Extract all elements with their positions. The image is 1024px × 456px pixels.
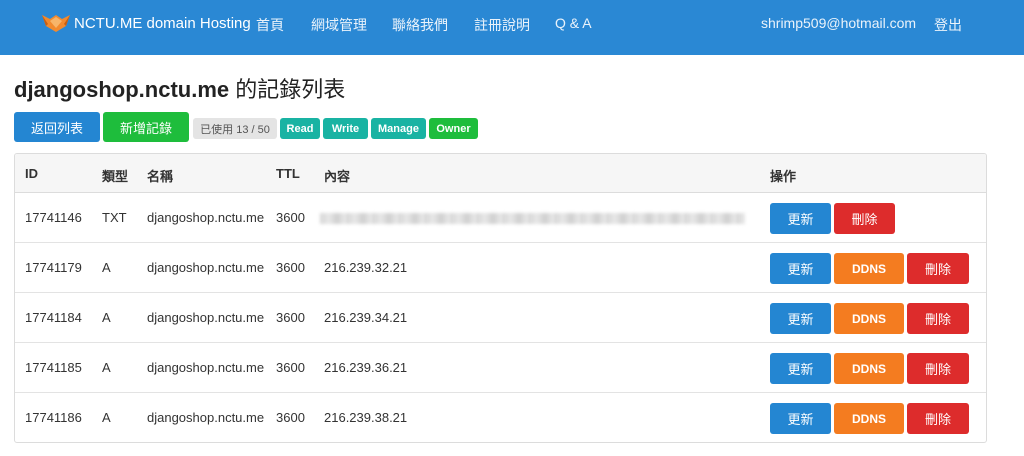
table-row: 17741179 A djangoshop.nctu.me 3600 216.2… (15, 243, 986, 293)
cell-id: 17741146 (25, 210, 82, 225)
cell-type: TXT (102, 210, 127, 225)
cell-content: 216.239.36.21 (324, 360, 408, 375)
update-button[interactable]: 更新 (770, 353, 831, 384)
ddns-button[interactable]: DDNS (834, 253, 904, 284)
cell-content-redacted (320, 213, 745, 224)
header-operations: 操作 (770, 169, 797, 184)
delete-button[interactable]: 刪除 (907, 303, 969, 334)
cell-content: 216.239.38.21 (324, 410, 408, 425)
header-id: ID (25, 166, 38, 181)
header-content: 內容 (324, 169, 351, 184)
back-to-list-button[interactable]: 返回列表 (14, 112, 100, 142)
delete-button[interactable]: 刪除 (907, 403, 969, 434)
nav-qa[interactable]: Q & A (555, 15, 592, 31)
cell-type: A (102, 410, 111, 425)
nav-contact[interactable]: 聯絡我們 (392, 15, 448, 35)
cell-ttl: 3600 (276, 360, 305, 375)
cell-type: A (102, 310, 111, 325)
cell-content: 216.239.32.21 (324, 260, 408, 275)
user-email-link[interactable]: shrimp509@hotmail.com (761, 15, 916, 31)
update-button[interactable]: 更新 (770, 203, 831, 234)
permission-write-badge: Write (323, 118, 368, 139)
page-title-suffix: 的記錄列表 (229, 77, 346, 102)
cell-id: 17741185 (25, 360, 82, 375)
permission-read-badge: Read (280, 118, 320, 139)
cell-ttl: 3600 (276, 410, 305, 425)
cell-type: A (102, 360, 111, 375)
cell-id: 17741184 (25, 310, 82, 325)
cell-ttl: 3600 (276, 210, 305, 225)
brand-name: NCTU.ME domain Hosting (74, 14, 251, 32)
cell-id: 17741179 (25, 260, 82, 275)
fox-logo-icon (42, 15, 70, 32)
delete-button[interactable]: 刪除 (834, 203, 895, 234)
permission-owner-badge: Owner (429, 118, 478, 139)
page-title-domain: djangoshop.nctu.me (14, 77, 230, 102)
table-row: 17741146 TXT djangoshop.nctu.me 3600 更新 … (15, 193, 986, 243)
cell-name: djangoshop.nctu.me (147, 310, 265, 325)
ddns-button[interactable]: DDNS (834, 353, 904, 384)
header-name: 名稱 (147, 169, 174, 184)
table-row: 17741186 A djangoshop.nctu.me 3600 216.2… (15, 393, 986, 442)
delete-button[interactable]: 刪除 (907, 353, 969, 384)
table-header: ID 類型 名稱 TTL 內容 操作 (15, 154, 986, 193)
cell-id: 17741186 (25, 410, 82, 425)
delete-button[interactable]: 刪除 (907, 253, 969, 284)
add-record-button[interactable]: 新增記錄 (103, 112, 189, 142)
nav-home[interactable]: 首頁 (256, 15, 284, 35)
table-row: 17741184 A djangoshop.nctu.me 3600 216.2… (15, 293, 986, 343)
logout-link[interactable]: 登出 (934, 15, 962, 35)
update-button[interactable]: 更新 (770, 303, 831, 334)
header-ttl: TTL (276, 166, 300, 181)
usage-badge: 已使用 13 / 50 (193, 118, 277, 139)
ddns-button[interactable]: DDNS (834, 403, 904, 434)
records-table: ID 類型 名稱 TTL 內容 操作 17741146 TXT djangosh… (14, 153, 987, 443)
nav-register-guide[interactable]: 註冊說明 (474, 15, 530, 35)
cell-name: djangoshop.nctu.me (147, 260, 265, 275)
cell-ttl: 3600 (276, 260, 305, 275)
page-title: djangoshop.nctu.me 的記錄列表 (14, 72, 345, 104)
update-button[interactable]: 更新 (770, 253, 831, 284)
top-navbar: NCTU.ME domain Hosting 首頁 網域管理 聯絡我們 註冊說明… (0, 0, 1024, 55)
brand-link[interactable]: NCTU.ME domain Hosting (40, 12, 251, 34)
nav-domain-manage[interactable]: 網域管理 (311, 15, 367, 35)
cell-name: djangoshop.nctu.me (147, 360, 265, 375)
cell-content: 216.239.34.21 (324, 310, 408, 325)
cell-ttl: 3600 (276, 310, 305, 325)
cell-type: A (102, 260, 111, 275)
table-row: 17741185 A djangoshop.nctu.me 3600 216.2… (15, 343, 986, 393)
ddns-button[interactable]: DDNS (834, 303, 904, 334)
header-type: 類型 (102, 169, 129, 184)
cell-name: djangoshop.nctu.me (147, 410, 265, 425)
permission-manage-badge: Manage (371, 118, 426, 139)
update-button[interactable]: 更新 (770, 403, 831, 434)
cell-name: djangoshop.nctu.me (147, 210, 265, 225)
